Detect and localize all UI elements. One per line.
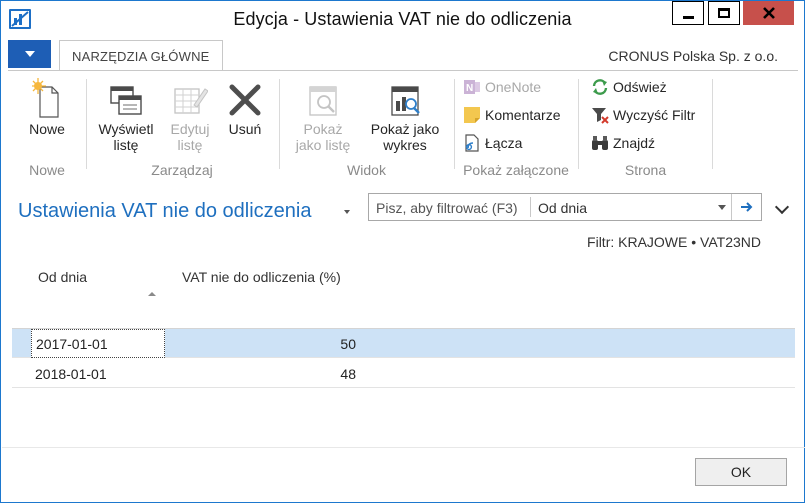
show-as-chart-label: Pokaż jako wykres: [370, 121, 440, 153]
maximize-button[interactable]: [708, 1, 740, 25]
onenote-label: OneNote: [485, 79, 542, 95]
svg-text:N: N: [466, 83, 473, 94]
show-chart-icon: [387, 77, 423, 119]
cell-vat-percent[interactable]: 48: [182, 359, 356, 388]
filter-summary: Filtr: KRAJOWE • VAT23ND: [587, 234, 761, 250]
ribbon-tab-row: NARZĘDZIA GŁÓWNE CRONUS Polska Sp. z o.o…: [8, 40, 798, 71]
filter-field-dropdown-icon[interactable]: [718, 205, 726, 210]
group-label-nowe: Nowe: [29, 162, 65, 178]
table-row[interactable]: 2018-01-01 48: [12, 359, 795, 388]
arrow-right-icon: [740, 202, 752, 212]
minimize-button[interactable]: [672, 1, 704, 25]
edit-list-icon: [172, 77, 209, 119]
search-input[interactable]: Pisz, aby filtrować (F3): [376, 200, 518, 216]
table-row[interactable]: 2017-01-01 50: [12, 329, 795, 358]
binoculars-icon: [591, 134, 609, 152]
links-button[interactable]: Łącza: [463, 132, 522, 154]
tab-home[interactable]: NARZĘDZIA GŁÓWNE: [59, 40, 223, 71]
view-list-label: Wyświetl listę: [98, 121, 154, 153]
ok-button[interactable]: OK: [695, 458, 787, 486]
sort-ascending-icon: [148, 292, 156, 296]
view-list-button[interactable]: Wyświetl listę: [92, 77, 160, 153]
links-label: Łącza: [485, 135, 523, 151]
title-bar: Edycja - Ustawienia VAT nie do odliczeni…: [1, 1, 804, 37]
column-header-vat[interactable]: VAT nie do odliczenia (%): [182, 269, 341, 285]
dialog-window: Edycja - Ustawienia VAT nie do odliczeni…: [0, 0, 805, 503]
cell-date[interactable]: 2017-01-01: [31, 329, 165, 358]
group-label-strona: Strona: [624, 162, 667, 178]
expand-chevron-icon[interactable]: [774, 199, 790, 215]
refresh-button[interactable]: Odśwież: [591, 76, 667, 98]
show-as-list-button[interactable]: Pokaż jako listę: [286, 77, 360, 153]
show-as-list-label: Pokaż jako listę: [295, 121, 351, 153]
minimize-icon: [682, 15, 694, 19]
ribbon-divider: [712, 79, 713, 169]
find-button[interactable]: Znajdź: [591, 132, 655, 154]
ribbon-group-zarzadzaj: Wyświetl listę Edytuj listę Usuń Zarządz…: [87, 71, 277, 183]
delete-icon: [227, 77, 263, 119]
cell-vat-percent[interactable]: 50: [182, 329, 356, 358]
comments-label: Komentarze: [485, 107, 561, 123]
apply-filter-button[interactable]: [732, 194, 761, 220]
refresh-icon: [591, 78, 609, 96]
clear-filter-label: Wyczyść Filtr: [613, 107, 696, 123]
ribbon-group-strona: Odśwież Wyczyść Filtr Znajdź Strona: [579, 71, 712, 183]
show-as-chart-button[interactable]: Pokaż jako wykres: [364, 77, 446, 153]
cell-date[interactable]: 2018-01-01: [31, 359, 165, 388]
edit-list-label: Edytuj listę: [170, 121, 210, 153]
clear-filter-button[interactable]: Wyczyść Filtr: [591, 104, 695, 126]
ribbon-group-attached: N OneNote Komentarze Łącza Pokaż załączo…: [455, 71, 577, 183]
group-label-widok: Widok: [347, 162, 386, 178]
delete-label: Usuń: [228, 121, 262, 137]
new-button-label: Nowe: [29, 121, 65, 137]
find-label: Znajdź: [613, 135, 656, 151]
onenote-icon: N: [463, 78, 481, 96]
group-label-zarzadzaj: Zarządzaj: [151, 162, 213, 178]
column-header-date[interactable]: Od dnia: [38, 269, 87, 285]
group-label-attached: Pokaż załączone: [463, 162, 569, 178]
comments-button[interactable]: Komentarze: [463, 104, 560, 126]
new-button[interactable]: Nowe: [18, 77, 76, 137]
delete-button[interactable]: Usuń: [220, 77, 270, 137]
new-document-icon: [30, 77, 62, 119]
refresh-label: Odśwież: [613, 79, 667, 95]
view-list-icon: [108, 77, 144, 119]
close-icon: [762, 7, 775, 19]
footer-divider: [2, 447, 805, 448]
search-divider: [530, 197, 531, 217]
comment-note-icon: [463, 106, 481, 124]
show-list-icon: [305, 77, 341, 119]
maximize-icon: [718, 8, 730, 18]
company-name: CRONUS Polska Sp. z o.o.: [608, 48, 778, 64]
link-icon: [463, 134, 481, 152]
dropdown-icon: [24, 51, 35, 57]
ribbon-group-nowe: Nowe Nowe: [8, 71, 86, 183]
filter-field-select[interactable]: Od dnia: [538, 200, 587, 216]
onenote-button[interactable]: N OneNote: [463, 76, 541, 98]
application-menu-button[interactable]: [8, 40, 51, 68]
clear-filter-icon: [591, 106, 609, 124]
page-title[interactable]: Ustawienia VAT nie do odliczenia: [18, 200, 312, 223]
edit-list-button[interactable]: Edytuj listę: [162, 77, 218, 153]
close-button[interactable]: [743, 1, 794, 25]
filter-search-box[interactable]: Pisz, aby filtrować (F3) Od dnia: [368, 193, 762, 221]
ribbon: Nowe Nowe Wyświetl listę Edytuj listę Us…: [8, 70, 798, 183]
title-dropdown-icon[interactable]: [344, 210, 350, 214]
ribbon-group-widok: Pokaż jako listę Pokaż jako wykres Widok: [280, 71, 453, 183]
